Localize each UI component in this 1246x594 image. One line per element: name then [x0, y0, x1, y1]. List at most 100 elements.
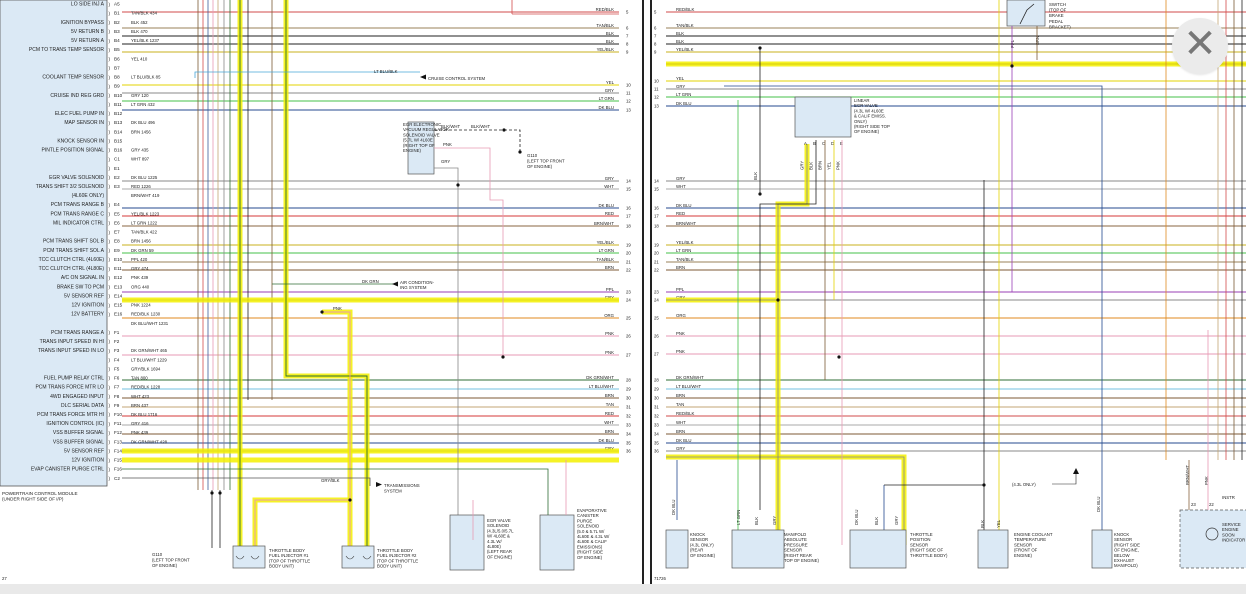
wire-color-label: YEL: [996, 519, 1001, 528]
wire-color-label: BLK: [606, 31, 614, 36]
wire-color-label: YEL/BLK: [597, 47, 615, 52]
pcm-pin-number: F14: [114, 448, 122, 453]
close-icon: ✕: [1183, 21, 1217, 67]
wire-continuation-number: 8: [654, 42, 657, 47]
connector-mark: ): [109, 139, 111, 144]
wire-color-label: TAN: [606, 402, 614, 407]
splice-dot: [348, 498, 352, 502]
connector-mark: ): [109, 75, 111, 80]
wire-continuation-number: 24: [626, 298, 631, 303]
wire-continuation-number: 17: [654, 214, 659, 219]
wire-color-label: GRY: [772, 516, 777, 525]
wire-continuation-number: 17: [626, 214, 631, 219]
ground-g110-label: G110: [152, 552, 163, 557]
wire-continuation-number: 6: [654, 26, 657, 31]
wire-continuation-number: 16: [654, 206, 659, 211]
egr-valve-solenoid-label: OF ENGINE): [487, 554, 513, 559]
connector-mark: ): [109, 221, 111, 226]
connector-mark: ): [109, 175, 111, 180]
brake-switch-label: SWITCH: [1049, 2, 1066, 7]
connector-mark: ): [109, 148, 111, 153]
wire-continuation-number: 6: [626, 26, 629, 31]
wire-color-label: BLK: [753, 172, 758, 180]
pcm-pin-number: F13: [114, 439, 122, 444]
pcm-pin-number: B13: [114, 120, 123, 125]
connector-mark: ): [109, 202, 111, 207]
wire-circuit-label: PPL 420: [131, 257, 148, 262]
figure-id: 71726: [654, 576, 667, 581]
linear-egr-valve-box: [794, 96, 852, 138]
wire-continuation-number: 22: [626, 268, 631, 273]
splice-dot: [210, 491, 214, 495]
wire-continuation-number: 18: [654, 224, 659, 229]
wiring-diagram-viewer: LO SIDE INJ A A5) B1) IGNITION BYPASS B2) 5V …: [0, 0, 1246, 594]
ground-g110-label: G110: [527, 153, 538, 158]
wire-continuation-number: 35: [654, 441, 659, 446]
pcm-pin-label: DLC SERIAL DATA: [61, 403, 105, 409]
wire-color-label: WHT: [604, 420, 614, 425]
wire-continuation-number: 5: [626, 10, 629, 15]
wire-color-label: DK GRN/WHT: [586, 375, 614, 380]
wire-continuation-number: 8: [626, 42, 629, 47]
ground-g110-label: OF ENGINE): [152, 563, 178, 568]
close-button[interactable]: ✕: [1172, 18, 1228, 74]
brake-switch-label: (TOP OF: [1049, 8, 1067, 13]
pcm-pin-label: PCM TRANS RANGE A: [51, 330, 105, 336]
wire-color-label: LT GRN: [599, 96, 614, 101]
connector-mark: ): [109, 157, 111, 162]
wire-continuation-number: 9: [654, 50, 657, 55]
connector-mark: ): [109, 330, 111, 335]
wire-circuit-label: RED/BLK 1230: [131, 312, 161, 317]
wire-color-label: BRN: [605, 429, 614, 434]
wire-circuit-label: TAN 800: [131, 376, 148, 381]
pcm-pin-number: F12: [114, 430, 122, 435]
wire-color-label: BLK: [676, 39, 684, 44]
splice-dot: [320, 310, 324, 314]
wire-color-label: BRN/WHT: [594, 221, 614, 226]
wire-continuation-number: 21: [654, 260, 659, 265]
pcm-pin-number: B6: [114, 56, 120, 61]
wire-color-label: LT GRN: [676, 248, 691, 253]
pcm-pin-number: F11: [114, 421, 122, 426]
pcm-pin-label: IGNITION CONTROL (IC): [46, 421, 104, 427]
pcm-pin-number: B12: [114, 111, 123, 116]
pcm-pin-number: F4: [114, 357, 120, 362]
connector-mark: ): [109, 285, 111, 290]
wire-continuation-number: 22: [654, 268, 659, 273]
wire-color-label: BRN: [818, 161, 823, 170]
wire-color-label: GRY: [676, 446, 685, 451]
wire-color-label: TAN/BLK: [676, 257, 694, 262]
connector-mark: ): [109, 11, 111, 16]
wire-circuit-label: PNK 1224: [131, 303, 151, 308]
connector-mark: ): [109, 294, 111, 299]
wire-continuation-number: 19: [654, 243, 659, 248]
pcm-pin-label: 5V SENSOR REF: [64, 293, 104, 299]
pcm-pin-label: ELEC FUEL PUMP IN: [55, 111, 105, 117]
system-reference-label: CRUISE CONTROL SYSTEM: [428, 76, 486, 81]
wire-core: [322, 311, 351, 548]
wire-continuation-number: 26: [626, 334, 631, 339]
injector-2-circuit-highlight: [283, 0, 370, 548]
wire-color-label: ORG: [604, 313, 614, 318]
wire-continuation-number: 12: [626, 99, 631, 104]
wire-continuation-number: 13: [654, 104, 659, 109]
splice-dot: [518, 150, 522, 154]
wire-color-label: DK BLU: [676, 101, 692, 106]
throttle-position-sensor-box-label: THROTTLE BODY): [910, 553, 948, 558]
wire-continuation-number: 7: [654, 34, 657, 39]
pcm-pin-number: B4: [114, 38, 120, 43]
scope-note: (4.3L ONLY): [1012, 482, 1036, 487]
pcm-pin-number: B2: [114, 20, 120, 25]
wire-continuation-number: 32: [626, 414, 631, 419]
wire-circuit-label: DK BLU 1716: [131, 412, 158, 417]
wire-continuation-number: 35: [626, 441, 631, 446]
pcm-pin-label: LO SIDE INJ A: [71, 2, 105, 8]
wire-circuit-label: BLK 452: [131, 20, 148, 25]
pcm-pin-label: TRANS SHIFT 3/2 SOLENOID: [36, 184, 105, 190]
connector-mark: ): [109, 476, 111, 481]
pcm-pin-label: A/C ON SIGNAL IN: [61, 275, 105, 281]
wire-color-label: BLK: [809, 162, 814, 170]
wire-continuation-number: 20: [626, 251, 631, 256]
wire: [434, 147, 504, 357]
connector-pin-number: 23: [1191, 502, 1196, 507]
